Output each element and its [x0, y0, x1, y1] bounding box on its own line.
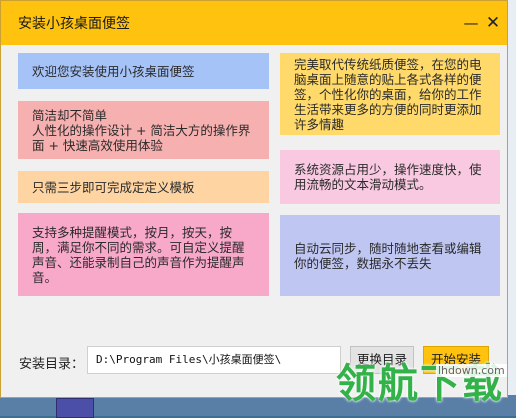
feature-text: 只需三步即可完成定定义模板 — [32, 179, 195, 195]
title-bar: 安装小孩桌面便签 — ✕ — [1, 1, 507, 45]
feature-card-replace-paper: 完美取代传统纸质便签，在您的电脑桌面上随意的贴上各式各样的便签，个性化你的桌面，… — [280, 53, 500, 135]
feature-text: 自动云同步，随时随地查看或编辑你的便签，数据永不丢失 — [294, 240, 482, 271]
install-dir-input[interactable]: D:\Program Files\小孩桌面便签\ — [87, 346, 341, 374]
feature-card-cloud-sync: 自动云同步，随时随地查看或编辑你的便签，数据永不丢失 — [280, 215, 500, 296]
feature-card-performance: 系统资源占用少，操作速度快，使用流畅的文本滑动模式。 — [280, 150, 500, 204]
feature-text: 系统资源占用少，操作速度快，使用流畅的文本滑动模式。 — [294, 162, 482, 192]
watermark-url: lhdown.com — [436, 364, 507, 377]
feature-text: 支持多种提醒模式，按月，按天，按周，满足你不同的需求。可自定义提醒声音、还能录制… — [32, 224, 245, 285]
window-title: 安装小孩桌面便签 — [18, 16, 130, 32]
feature-card-template: 只需三步即可完成定定义模板 — [18, 171, 269, 203]
install-dir-label: 安装目录： — [19, 357, 85, 372]
feature-card-simple: 简洁却不简单 人性化的操作设计 + 简洁大方的操作界面 + 快速高效使用体验 — [18, 101, 269, 159]
feature-card-welcome: 欢迎您安装使用小孩桌面便签 — [18, 53, 269, 89]
feature-card-reminder: 支持多种提醒模式，按月，按天，按周，满足你不同的需求。可自定义提醒声音、还能录制… — [18, 213, 269, 296]
close-button[interactable]: ✕ — [482, 13, 504, 33]
minimize-button[interactable]: — — [460, 13, 482, 33]
feature-text: 完美取代传统纸质便签，在您的电脑桌面上随意的贴上各式各样的便签，个性化你的桌面，… — [294, 56, 482, 132]
installer-window: 安装小孩桌面便签 — ✕ 欢迎您安装使用小孩桌面便签 简洁却不简单 人性化的操作… — [0, 0, 508, 398]
feature-text: 欢迎您安装使用小孩桌面便签 — [32, 63, 195, 79]
feature-text: 简洁却不简单 人性化的操作设计 + 简洁大方的操作界面 + 快速高效使用体验 — [32, 107, 251, 153]
desktop-thumbnail — [56, 398, 94, 418]
